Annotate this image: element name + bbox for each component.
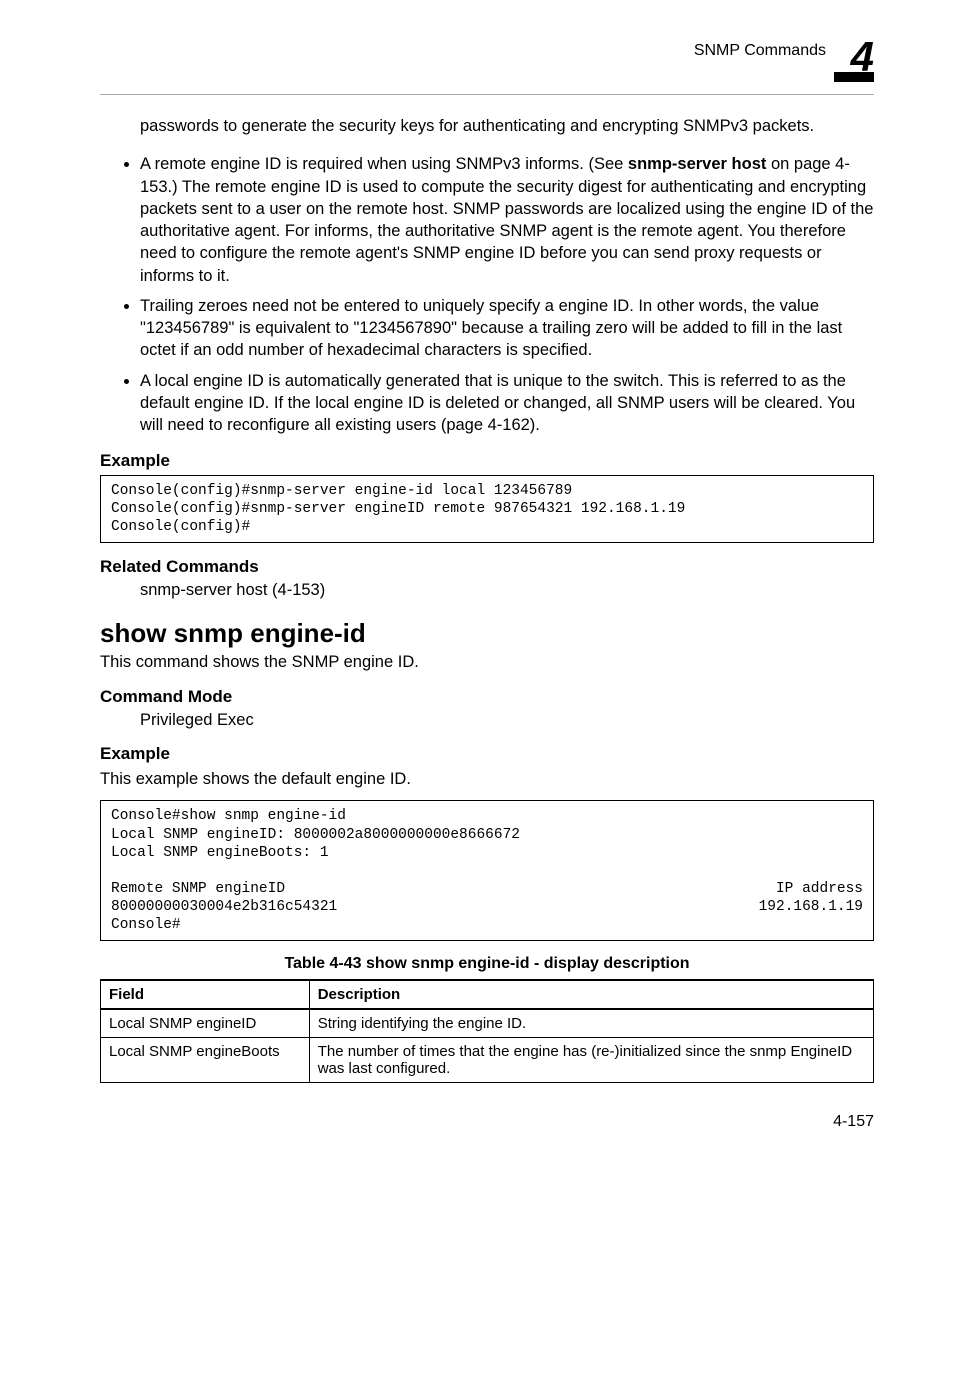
table-caption: Table 4-43 show snmp engine-id - display… — [100, 955, 874, 973]
page-header: SNMP Commands 4 — [100, 40, 874, 82]
example-label: Example — [100, 451, 874, 471]
bullet-text-pre: Trailing zeroes need not be entered to u… — [140, 297, 842, 360]
bullet-text-bold: snmp-server host — [628, 155, 766, 173]
bullet-text-pre: A remote engine ID is required when usin… — [140, 155, 628, 173]
td-field: Local SNMP engineID — [101, 1009, 310, 1038]
code2-block2: Console# — [111, 917, 181, 933]
related-command-text: snmp-server host (4-153) — [140, 581, 874, 600]
code2-line-b-right: 192.168.1.19 — [759, 898, 863, 916]
td-desc: The number of times that the engine has … — [309, 1038, 873, 1083]
page: SNMP Commands 4 passwords to generate th… — [0, 0, 954, 1388]
chapter-badge: 4 — [834, 40, 874, 82]
td-field: Local SNMP engineBoots — [101, 1038, 310, 1083]
command-title: show snmp engine-id — [100, 618, 874, 649]
code2-block1: Console#show snmp engine-id Local SNMP e… — [111, 808, 520, 860]
header-rule — [100, 94, 874, 95]
bullet-text-pre: A local engine ID is automatically gener… — [140, 372, 855, 435]
table-header-row: Field Description — [101, 980, 874, 1009]
td-desc: String identifying the engine ID. — [309, 1009, 873, 1038]
code2-line-a-left: Remote SNMP engineID — [111, 880, 285, 898]
list-item: Trailing zeroes need not be entered to u… — [140, 295, 874, 362]
chapter-number: 4 — [851, 40, 874, 74]
th-field: Field — [101, 980, 310, 1009]
list-item: A local engine ID is automatically gener… — [140, 370, 874, 437]
breadcrumb: SNMP Commands — [694, 40, 826, 60]
intro-continuation: passwords to generate the security keys … — [140, 115, 874, 137]
related-commands-label: Related Commands — [100, 557, 874, 577]
table-row: Local SNMP engineID String identifying t… — [101, 1009, 874, 1038]
example2-description: This example shows the default engine ID… — [100, 768, 874, 790]
bullet-text-post: on page 4-153.) The remote engine ID is … — [140, 155, 873, 284]
command-mode-label: Command Mode — [100, 687, 874, 707]
chapter-underline — [834, 72, 874, 82]
code2-line-a-right: IP address — [776, 880, 863, 898]
code2-line-b-left: 80000000030004e2b316c54321 — [111, 898, 337, 916]
code-block-1: Console(config)#snmp-server engine-id lo… — [100, 475, 874, 543]
table-row: Local SNMP engineBoots The number of tim… — [101, 1038, 874, 1083]
page-number: 4-157 — [100, 1113, 874, 1131]
command-mode-value: Privileged Exec — [140, 711, 874, 730]
example2-label: Example — [100, 744, 874, 764]
th-description: Description — [309, 980, 873, 1009]
code-block-2: Console#show snmp engine-id Local SNMP e… — [100, 800, 874, 941]
list-item: A remote engine ID is required when usin… — [140, 153, 874, 287]
description-table: Field Description Local SNMP engineID St… — [100, 979, 874, 1083]
bullet-list: A remote engine ID is required when usin… — [100, 153, 874, 436]
command-description: This command shows the SNMP engine ID. — [100, 651, 874, 673]
